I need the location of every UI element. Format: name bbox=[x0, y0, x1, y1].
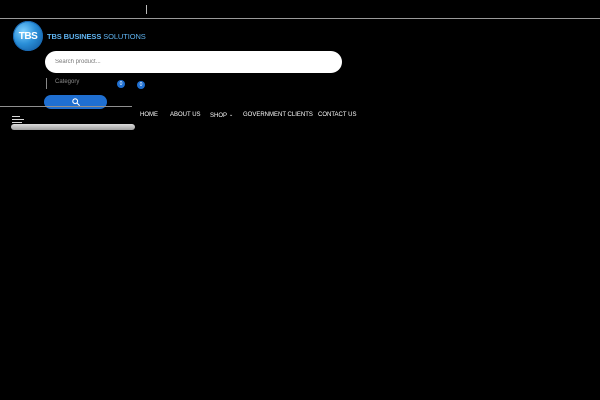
chevron-down-icon: ⌄ bbox=[229, 112, 234, 118]
logo-text-bold: TBS BUSINESS bbox=[47, 31, 102, 41]
wishlist-count-badge[interactable]: 0 bbox=[117, 80, 125, 88]
nav-item-shop[interactable]: SHOP ⌄ bbox=[210, 112, 233, 119]
nav-item-shop-label: SHOP bbox=[210, 113, 228, 119]
nav-item-government-clients[interactable]: GOVERNMENT CLIENTS bbox=[243, 112, 313, 118]
category-divider bbox=[46, 78, 47, 89]
top-bar-separator bbox=[146, 5, 147, 14]
logo-badge: TBS bbox=[13, 21, 43, 51]
logo-text: TBS BUSINESS SOLUTIONS bbox=[47, 32, 146, 41]
main-nav: HOME ABOUT US SHOP ⌄ GOVERNMENT CLIENTS C… bbox=[0, 112, 600, 122]
mobile-menu-bar bbox=[11, 124, 135, 130]
nav-item-about-us[interactable]: ABOUT US bbox=[170, 112, 201, 118]
logo-text-rest: SOLUTIONS bbox=[103, 31, 146, 41]
top-divider bbox=[0, 18, 600, 19]
category-select[interactable]: Category bbox=[55, 79, 79, 85]
header-divider bbox=[0, 106, 132, 107]
search-icon bbox=[71, 98, 80, 106]
nav-item-home[interactable]: HOME bbox=[140, 112, 158, 118]
cart-count-badge[interactable]: 0 bbox=[137, 81, 145, 89]
top-bar bbox=[0, 0, 600, 18]
site-logo[interactable]: TBS TBS BUSINESS SOLUTIONS bbox=[13, 21, 146, 51]
search-input[interactable] bbox=[45, 51, 342, 73]
nav-item-contact-us[interactable]: CONTACT US bbox=[318, 112, 356, 118]
